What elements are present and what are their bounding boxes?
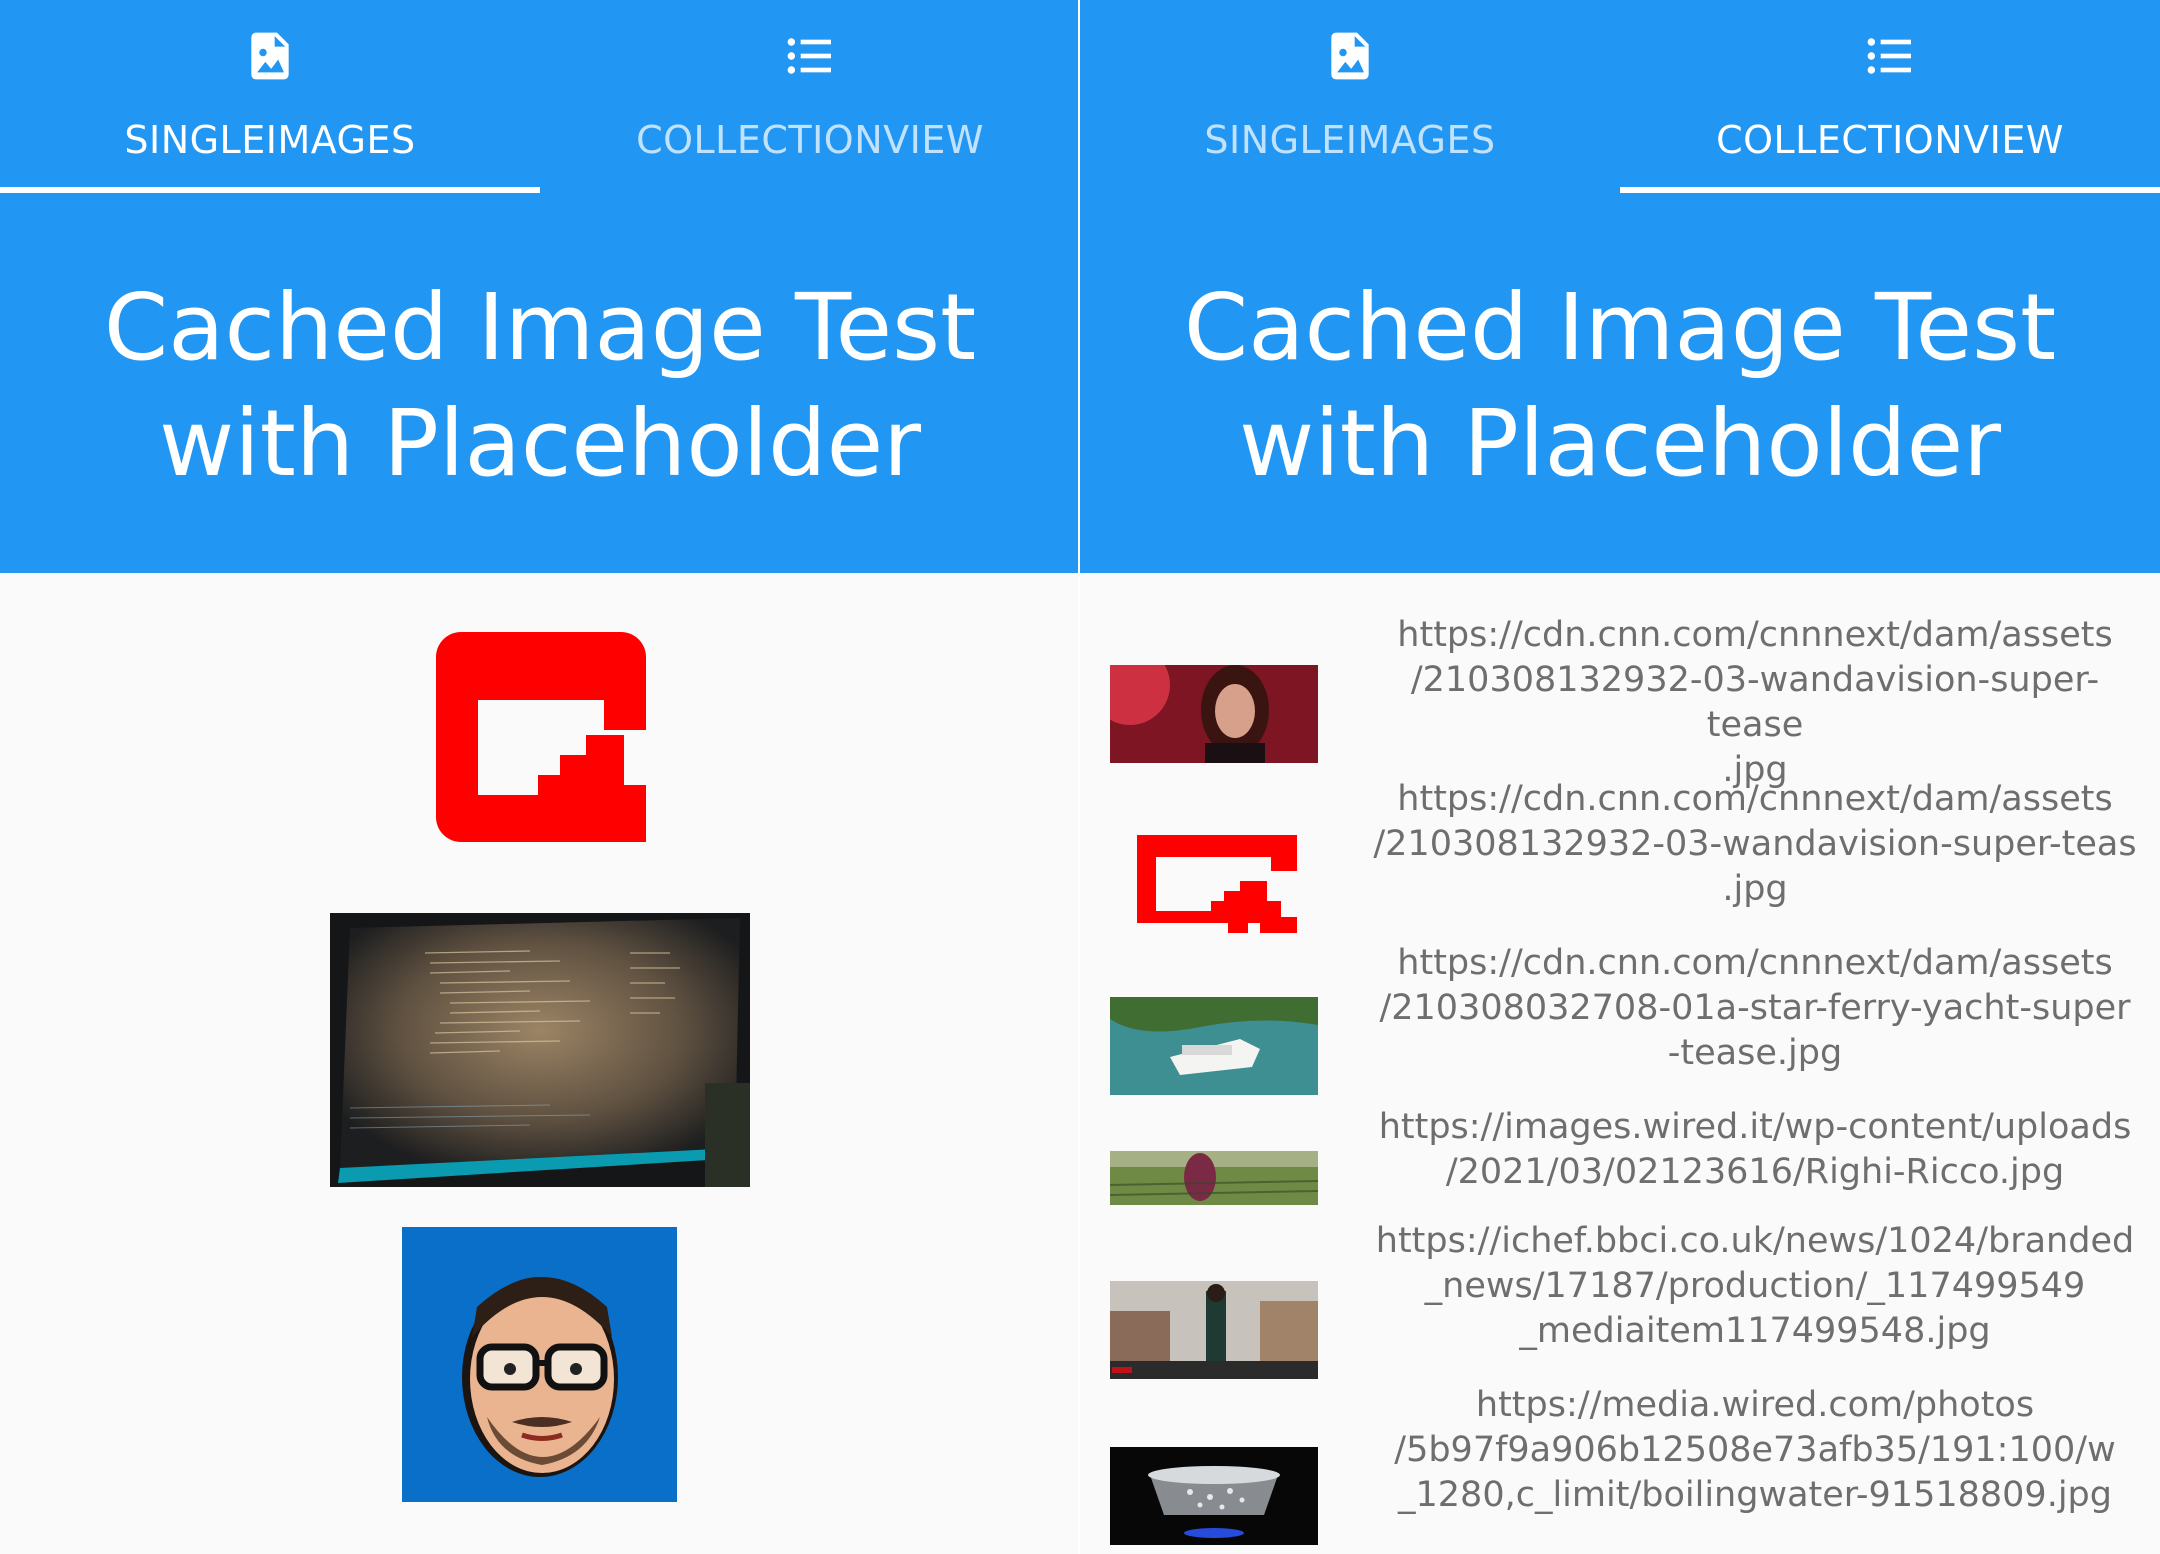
placeholder-image xyxy=(436,632,646,842)
thumbnail-image xyxy=(1110,1447,1318,1545)
image-url: https://cdn.cnn.com/cnnnext/dam/assets /… xyxy=(1373,779,2137,909)
tab-collectionview[interactable]: COLLECTIONVIEW xyxy=(1620,0,2160,193)
thumbnail-image xyxy=(1110,665,1318,763)
list-item[interactable]: https://ichef.bbci.co.uk/news/1024/brand… xyxy=(1080,1219,2160,1379)
tab-collectionview[interactable]: COLLECTIONVIEW xyxy=(540,0,1080,193)
tab-label: COLLECTIONVIEW xyxy=(636,118,984,162)
list-icon xyxy=(787,38,831,74)
tab-bar: SINGLEIMAGES COLLECTIONVIEW xyxy=(1080,0,2160,193)
image-collection-list[interactable]: https://cdn.cnn.com/cnnnext/dam/assets /… xyxy=(1080,573,2160,1554)
code-monitor-photo xyxy=(330,913,750,1187)
single-images-screen: SINGLEIMAGES COLLECTIONVIEW Cached Image… xyxy=(0,0,1080,1554)
image-url: https://images.wired.it/wp-content/uploa… xyxy=(1378,1107,2132,1192)
thumbnail-image xyxy=(1110,1151,1318,1205)
app-header: SINGLEIMAGES COLLECTIONVIEW Cached Image… xyxy=(1080,0,2160,573)
image-file-icon xyxy=(251,32,289,80)
tab-indicator xyxy=(1620,187,2160,193)
tab-label: COLLECTIONVIEW xyxy=(1716,118,2064,162)
page-title: Cached Image Test with Placeholder xyxy=(103,274,977,497)
app-header: SINGLEIMAGES COLLECTIONVIEW Cached Image… xyxy=(0,0,1080,573)
tab-indicator xyxy=(0,187,540,193)
list-item[interactable]: https://cdn.cnn.com/cnnnext/dam/assets /… xyxy=(1080,777,2160,937)
avatar-cartoon-image xyxy=(402,1227,677,1502)
tab-singleimages[interactable]: SINGLEIMAGES xyxy=(0,0,540,193)
image-url: https://cdn.cnn.com/cnnnext/dam/assets /… xyxy=(1379,943,2131,1073)
tab-singleimages[interactable]: SINGLEIMAGES xyxy=(1080,0,1620,193)
image-url: https://cdn.cnn.com/cnnnext/dam/assets /… xyxy=(1397,615,2113,790)
tab-label: SINGLEIMAGES xyxy=(1204,118,1496,162)
list-icon xyxy=(1867,38,1911,74)
thumbnail-placeholder xyxy=(1110,835,1318,933)
image-file-icon xyxy=(1331,32,1369,80)
list-item[interactable]: https://cdn.cnn.com/cnnnext/dam/assets /… xyxy=(1080,613,2160,790)
tab-label: SINGLEIMAGES xyxy=(124,118,416,162)
collection-view-screen: SINGLEIMAGES COLLECTIONVIEW Cached Image… xyxy=(1080,0,2160,1554)
tab-bar: SINGLEIMAGES COLLECTIONVIEW xyxy=(0,0,1080,193)
list-item[interactable]: https://images.wired.it/wp-content/uploa… xyxy=(1080,1105,2160,1225)
thumbnail-image xyxy=(1110,1281,1318,1379)
thumbnail-image xyxy=(1110,997,1318,1095)
image-url: https://ichef.bbci.co.uk/news/1024/brand… xyxy=(1375,1221,2135,1351)
page-title: Cached Image Test with Placeholder xyxy=(1183,274,2057,497)
list-item[interactable]: https://cdn.cnn.com/cnnnext/dam/assets /… xyxy=(1080,941,2160,1101)
list-item[interactable]: https://media.wired.com/photos /5b97f9a9… xyxy=(1080,1383,2160,1554)
image-url: https://media.wired.com/photos /5b97f9a9… xyxy=(1394,1385,2116,1515)
